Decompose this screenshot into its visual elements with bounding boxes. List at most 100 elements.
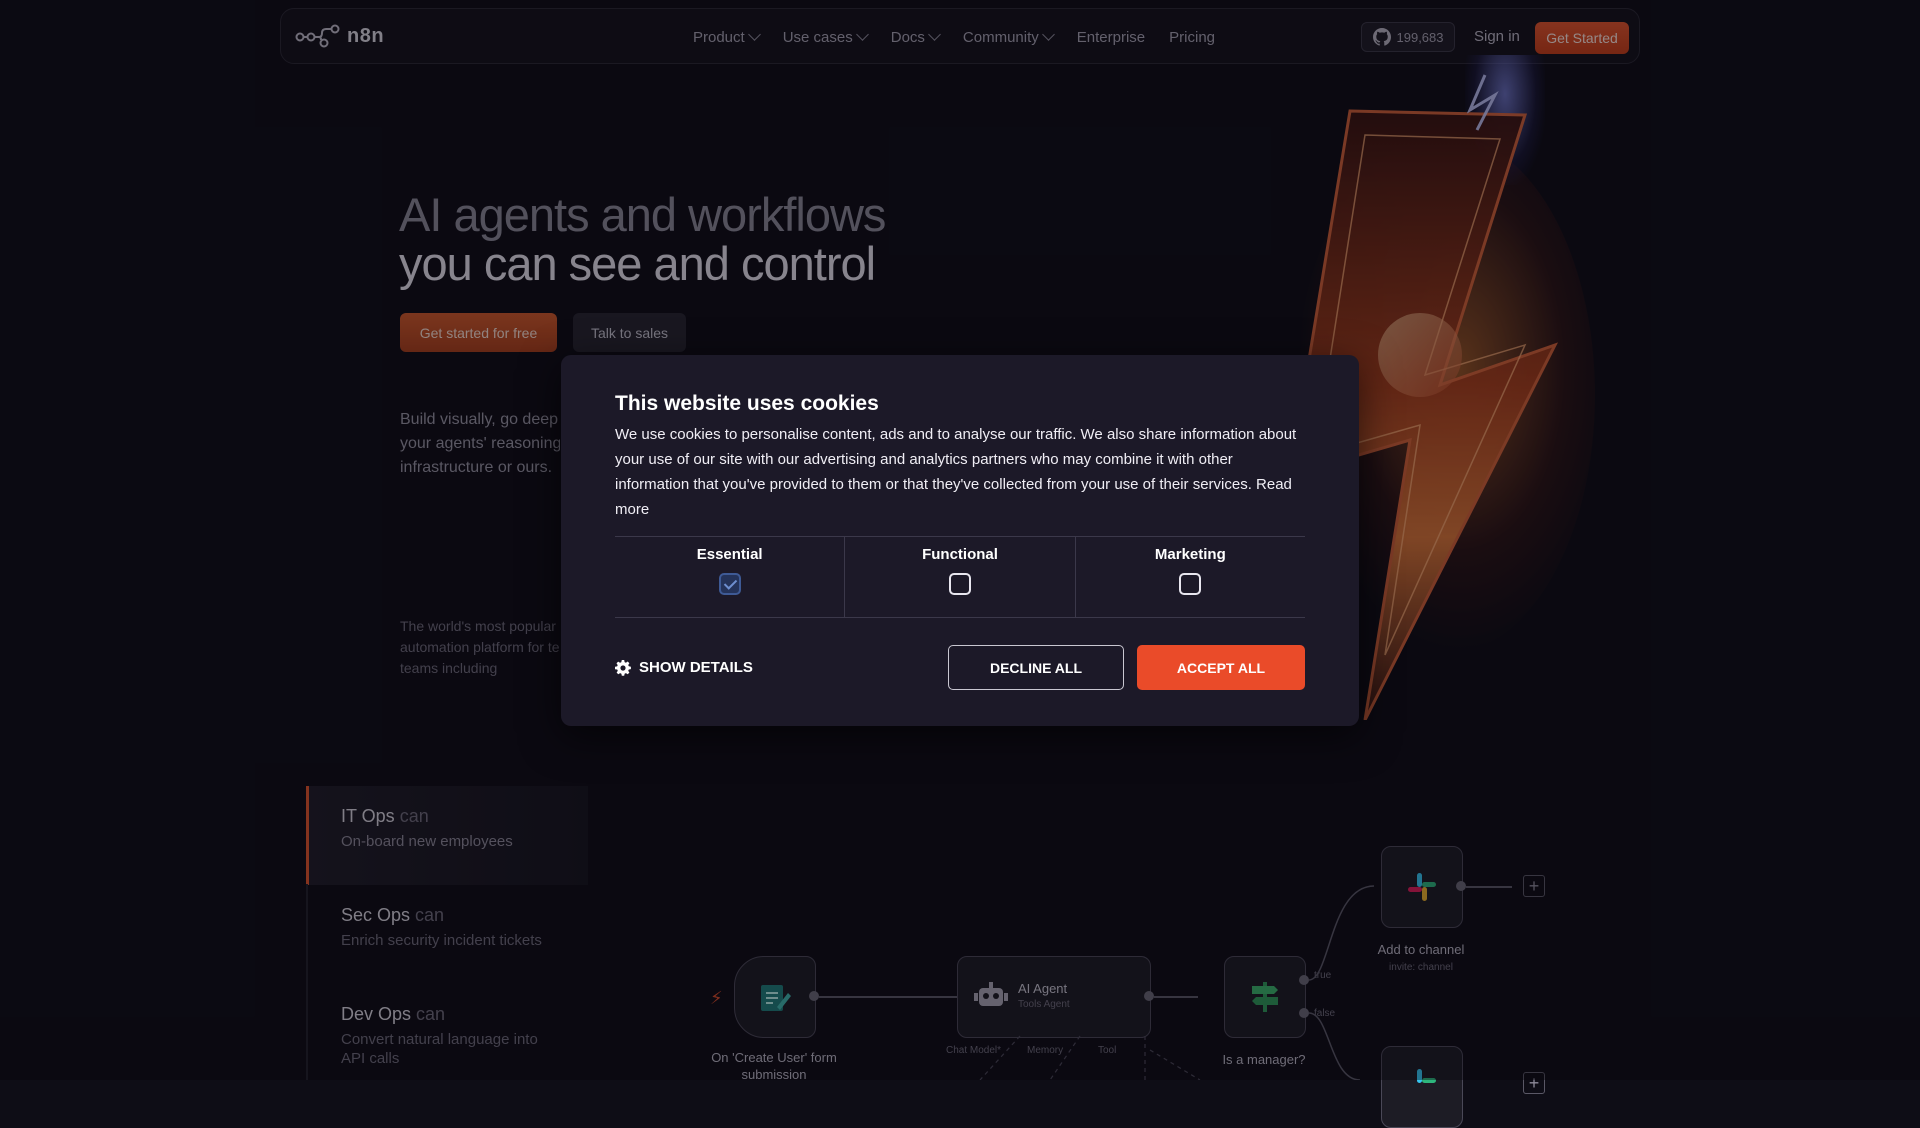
hero-clients-line: The world's most popular	[400, 618, 556, 634]
tab-task: Convert natural language into	[341, 1031, 538, 1048]
category-label: Functional	[922, 546, 998, 563]
nav-pricing[interactable]: Pricing	[1169, 29, 1215, 46]
tab-team: IT Ops	[341, 806, 395, 826]
tab-task: On-board new employees	[341, 833, 513, 850]
hero-description-line: Build visually, go deep	[400, 411, 559, 428]
talk-to-sales-button[interactable]: Talk to sales	[573, 313, 686, 352]
connector-dot	[1456, 881, 1466, 891]
nav-pricing-label: Pricing	[1169, 28, 1216, 46]
trigger-label: On 'Create User' form	[711, 1050, 837, 1065]
hero-description-line: infrastructure or ours.	[400, 459, 553, 476]
add-node-plus-icon[interactable]: +	[1523, 1072, 1545, 1094]
cookie-body: We use cookies to personalise content, a…	[615, 426, 1297, 518]
cookie-consent-dialog: This website uses cookies We use cookies…	[561, 355, 1359, 726]
github-stars-button[interactable]: 199,683	[1361, 22, 1455, 52]
tab-title: Dev Ops can	[341, 1004, 588, 1025]
agent-subtitle: Tools Agent	[1018, 999, 1070, 1010]
use-case-tabs: IT Ops can On-board new employees Sec Op…	[306, 786, 588, 1083]
hero-title-line1: AI agents and workflows	[399, 188, 886, 241]
category-marketing: Marketing	[1074, 537, 1305, 617]
hero-description-line: your agents' reasoning	[400, 435, 560, 452]
nav-links: Product Use cases Docs Community Enterpr…	[693, 9, 1215, 65]
hero-clients-line: automation platform for te	[400, 639, 560, 655]
nav-docs-label: Docs	[890, 28, 925, 46]
show-details-button[interactable]: SHOW DETAILS	[615, 659, 753, 676]
port-tool: Tool	[1098, 1045, 1117, 1056]
hero-title: AI agents and workflows you can see and …	[399, 188, 886, 290]
category-label: Marketing	[1154, 546, 1226, 563]
workflow-canvas: ⚡ On 'Create User' form submission AI Ag…	[680, 820, 1580, 1128]
form-icon	[761, 985, 791, 1011]
port-memory: Memory	[1027, 1045, 1064, 1056]
slack-icon	[1417, 1069, 1436, 1083]
nav-use-cases-label: Use cases	[782, 28, 853, 46]
if-label: Is a manager?	[1222, 1052, 1306, 1067]
github-icon	[1372, 28, 1391, 46]
tab-sec-ops[interactable]: Sec Ops can Enrich security incident tic…	[306, 885, 588, 984]
get-started-button[interactable]: Get Started	[1535, 22, 1629, 54]
hero-clients-text: The world's most popular automation plat…	[400, 616, 560, 679]
connection-wire	[1154, 996, 1198, 998]
connector-dot	[1299, 975, 1309, 985]
slack-node-2[interactable]	[1381, 1046, 1463, 1128]
tab-task: Enrich security incident tickets	[341, 932, 542, 949]
nav-enterprise[interactable]: Enterprise	[1077, 29, 1145, 46]
marketing-checkbox[interactable]	[1179, 573, 1202, 595]
get-started-free-button[interactable]: Get started for free	[400, 313, 557, 352]
connector-dot	[1144, 991, 1154, 1001]
connection-wire	[819, 996, 969, 998]
chevron-down-icon	[1041, 28, 1055, 41]
essential-checkbox[interactable]	[718, 573, 741, 595]
cookie-categories: Essential Functional Marketing	[615, 536, 1305, 618]
if-true-label: true	[1314, 970, 1332, 981]
slack-sublabel: invite: channel	[1389, 962, 1453, 973]
connector-dot	[809, 991, 819, 1001]
tab-task-line2: API calls	[341, 1050, 400, 1067]
tab-can: can	[399, 806, 429, 826]
bolt-trigger-icon: ⚡	[710, 988, 723, 1008]
tab-team: Dev Ops	[341, 1004, 412, 1024]
nav-use-cases[interactable]: Use cases	[782, 28, 869, 46]
tab-title: IT Ops can	[341, 806, 588, 827]
logo[interactable]: n8n	[295, 23, 384, 49]
connector-dot	[1299, 1008, 1309, 1018]
nav-docs[interactable]: Docs	[890, 28, 941, 46]
accept-all-button[interactable]: ACCEPT ALL	[1137, 645, 1305, 690]
add-node-plus-icon[interactable]: +	[1523, 875, 1545, 897]
tab-it-ops[interactable]: IT Ops can On-board new employees	[306, 786, 588, 885]
slack-icon	[1408, 873, 1436, 901]
form-trigger-node[interactable]	[734, 956, 816, 1038]
signpost-icon	[1252, 982, 1278, 1012]
chevron-down-icon	[928, 28, 941, 41]
tabs-divider	[306, 884, 308, 1080]
hero-clients-line: teams including	[400, 660, 498, 676]
sign-in-link[interactable]: Sign in	[1474, 28, 1520, 45]
agent-title: AI Agent	[1018, 981, 1068, 996]
nav-community[interactable]: Community	[962, 28, 1055, 46]
if-node[interactable]	[1224, 956, 1306, 1038]
category-functional: Functional	[844, 537, 1074, 617]
if-false-label: false	[1314, 1008, 1336, 1019]
port-chat-model: Chat Model*	[946, 1045, 1002, 1056]
slack-label: Add to channel	[1377, 942, 1465, 957]
tab-can: can	[415, 905, 445, 925]
chevron-down-icon	[855, 28, 869, 41]
tab-title: Sec Ops can	[341, 905, 588, 926]
nav-enterprise-label: Enterprise	[1076, 28, 1146, 46]
nav-community-label: Community	[962, 28, 1039, 46]
category-essential: Essential	[615, 537, 844, 617]
github-stars-count: 199,683	[1396, 29, 1444, 45]
ai-agent-node[interactable]: AI Agent Tools Agent	[957, 956, 1151, 1038]
hero-title-line2: you can see and control	[399, 237, 876, 290]
connection-wire	[1466, 886, 1512, 888]
category-label: Essential	[696, 546, 763, 563]
slack-node[interactable]	[1381, 846, 1463, 928]
nav-product[interactable]: Product	[693, 28, 761, 46]
decline-all-button[interactable]: DECLINE ALL	[948, 645, 1124, 690]
gear-icon	[615, 659, 631, 676]
cookie-title: This website uses cookies	[615, 392, 879, 415]
tab-can: can	[416, 1004, 446, 1024]
tab-dev-ops[interactable]: Dev Ops can Convert natural language int…	[306, 984, 588, 1083]
n8n-logo-icon	[295, 24, 340, 48]
functional-checkbox[interactable]	[948, 573, 971, 595]
